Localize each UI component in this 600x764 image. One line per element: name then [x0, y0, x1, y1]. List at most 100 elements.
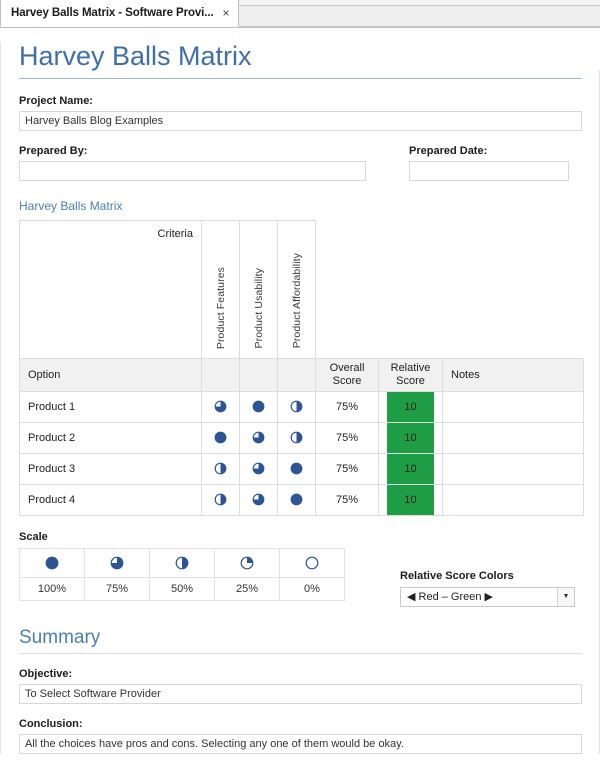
prepared-date-label: Prepared Date:: [409, 145, 569, 157]
option-header: Option: [20, 358, 202, 391]
conclusion-value: All the choices have pros and cons. Sele…: [25, 738, 404, 750]
scale-table: 100% 75% 50% 25% 0%: [19, 548, 345, 601]
relative-score-badge: 10: [387, 485, 434, 515]
table-row[interactable]: Product 2 75% 10: [20, 422, 584, 453]
relative-score-value: 10: [379, 391, 443, 422]
notes-header: Notes: [443, 358, 584, 391]
prepared-by-input[interactable]: [19, 161, 366, 181]
table-row[interactable]: Product 3 75% 10: [20, 453, 584, 484]
objective-value: To Select Software Provider: [25, 688, 161, 700]
page-title: Harvey Balls Matrix: [19, 42, 582, 72]
option-label: Product 1: [20, 391, 202, 422]
relative-score-colors-group: Relative Score Colors ◀ Red – Green ▶ ▼: [400, 548, 575, 607]
scale-ball-cell: [150, 548, 215, 577]
overall-score-value: 75%: [316, 453, 379, 484]
overall-score-value: 75%: [316, 391, 379, 422]
notes-value[interactable]: [443, 484, 584, 515]
scale-ball-cell: [280, 548, 345, 577]
relative-score-value: 10: [379, 484, 443, 515]
scale-label: 75%: [85, 577, 150, 600]
close-icon[interactable]: ×: [223, 7, 230, 19]
prepared-date-input[interactable]: [409, 161, 569, 181]
scale-label: 50%: [150, 577, 215, 600]
scale-ball-cell: [85, 548, 150, 577]
relative-score-value: 10: [379, 453, 443, 484]
harvey-ball-cell[interactable]: [278, 422, 316, 453]
table-row[interactable]: Product 4 75% 10: [20, 484, 584, 515]
summary-title: Summary: [19, 627, 582, 649]
conclusion-input[interactable]: All the choices have pros and cons. Sele…: [19, 734, 582, 754]
relative-score-colors-value: ◀ Red – Green ▶: [401, 590, 557, 603]
document-page: Harvey Balls Matrix Project Name: Harvey…: [0, 42, 600, 754]
criteria-spacer-3: [443, 220, 584, 358]
scale-title: Scale: [19, 531, 582, 543]
prepared-by-label: Prepared By:: [19, 145, 366, 157]
objective-input[interactable]: To Select Software Provider: [19, 684, 582, 704]
relative-score-badge: 10: [387, 392, 434, 422]
harvey-ball-cell[interactable]: [240, 453, 278, 484]
scale-and-colors-row: 100% 75% 50% 25% 0% Relative Score Color…: [19, 548, 582, 607]
tab-bar-empty-area: [238, 5, 600, 27]
scale-label: 25%: [215, 577, 280, 600]
prepared-row: Prepared By: Prepared Date:: [19, 145, 582, 181]
criteria-column-3-label: Product Affordability: [291, 253, 303, 348]
header-blank-2: [240, 358, 278, 391]
relative-score-badge: 10: [387, 423, 434, 453]
chevron-down-icon[interactable]: ▼: [557, 588, 574, 606]
table-row[interactable]: Product 1 75% 10: [20, 391, 584, 422]
document-tab[interactable]: Harvey Balls Matrix - Software Provi... …: [0, 0, 239, 27]
window-tab-bar: Harvey Balls Matrix - Software Provi... …: [0, 0, 600, 28]
scale-label: 0%: [280, 577, 345, 600]
criteria-column-1: Product Features: [202, 220, 240, 358]
relative-score-colors-select[interactable]: ◀ Red – Green ▶ ▼: [400, 587, 575, 607]
option-label: Product 4: [20, 484, 202, 515]
harvey-ball-cell[interactable]: [240, 484, 278, 515]
conclusion-label: Conclusion:: [19, 718, 582, 730]
criteria-column-2: Product Usability: [240, 220, 278, 358]
objective-label: Objective:: [19, 668, 582, 680]
harvey-ball-cell[interactable]: [202, 391, 240, 422]
option-label: Product 3: [20, 453, 202, 484]
harvey-ball-cell[interactable]: [202, 422, 240, 453]
relative-score-value: 10: [379, 422, 443, 453]
criteria-spacer-1: [316, 220, 379, 358]
header-blank-3: [278, 358, 316, 391]
criteria-header-row: Criteria Product Features Product Usabil…: [20, 220, 584, 358]
notes-value[interactable]: [443, 453, 584, 484]
harvey-ball-cell[interactable]: [278, 391, 316, 422]
criteria-spacer-2: [379, 220, 443, 358]
harvey-ball-cell[interactable]: [202, 453, 240, 484]
matrix-section-label: Harvey Balls Matrix: [19, 199, 582, 213]
scale-label: 100%: [20, 577, 85, 600]
header-blank-1: [202, 358, 240, 391]
criteria-column-3: Product Affordability: [278, 220, 316, 358]
summary-divider: [19, 653, 582, 654]
document-tab-label: Harvey Balls Matrix - Software Provi...: [11, 7, 214, 19]
scale-ball-row: [20, 548, 345, 577]
title-divider: [19, 78, 582, 79]
project-name-input[interactable]: Harvey Balls Blog Examples: [19, 111, 582, 131]
prepared-date-group: Prepared Date:: [409, 145, 569, 181]
scale-label-row: 100% 75% 50% 25% 0%: [20, 577, 345, 600]
harvey-ball-cell[interactable]: [278, 453, 316, 484]
criteria-column-2-label: Product Usability: [253, 268, 265, 348]
notes-value[interactable]: [443, 391, 584, 422]
harvey-ball-cell[interactable]: [278, 484, 316, 515]
harvey-balls-matrix-table: Criteria Product Features Product Usabil…: [19, 220, 584, 516]
notes-value[interactable]: [443, 422, 584, 453]
relative-score-badge: 10: [387, 454, 434, 484]
harvey-ball-cell[interactable]: [202, 484, 240, 515]
option-label: Product 2: [20, 422, 202, 453]
overall-score-value: 75%: [316, 484, 379, 515]
prepared-by-group: Prepared By:: [19, 145, 366, 181]
overall-score-value: 75%: [316, 422, 379, 453]
criteria-column-1-label: Product Features: [215, 267, 227, 349]
criteria-label-cell: Criteria: [20, 220, 202, 358]
relative-score-colors-label: Relative Score Colors: [400, 570, 575, 582]
conclusion-group: Conclusion: All the choices have pros an…: [19, 718, 582, 754]
project-name-label: Project Name:: [19, 95, 582, 107]
overall-score-header: Overall Score: [316, 358, 379, 391]
harvey-ball-cell[interactable]: [240, 391, 278, 422]
scale-ball-cell: [215, 548, 280, 577]
harvey-ball-cell[interactable]: [240, 422, 278, 453]
